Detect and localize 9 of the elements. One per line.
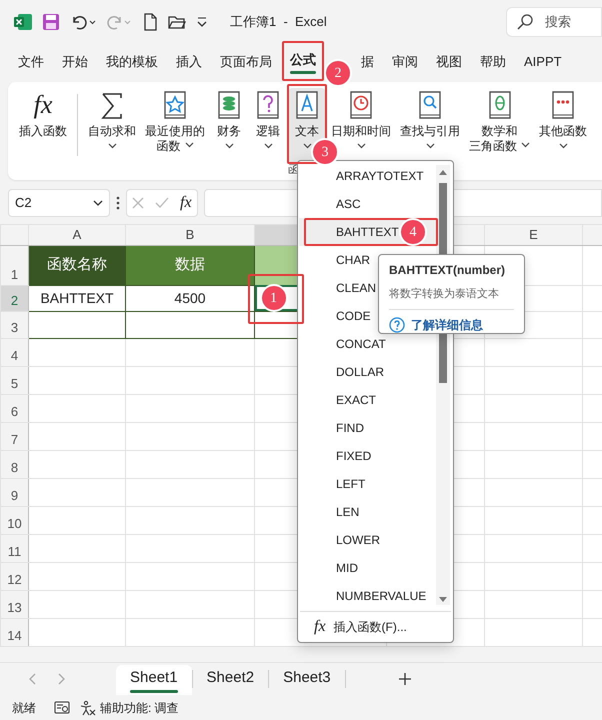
status-text: 就绪 [12, 700, 36, 716]
tooltip-title: BAHTTEXT(number) [389, 262, 506, 279]
step-number: 2 [326, 61, 350, 86]
function-icon: fx [34, 90, 52, 120]
step-number: 3 [313, 140, 337, 164]
tooltip-description: 将数字转换为泰语文本 [389, 286, 514, 310]
window-title: 工作簿1 - Excel [230, 13, 327, 32]
step-number: 1 [262, 286, 286, 310]
step-number: 4 [401, 220, 425, 244]
